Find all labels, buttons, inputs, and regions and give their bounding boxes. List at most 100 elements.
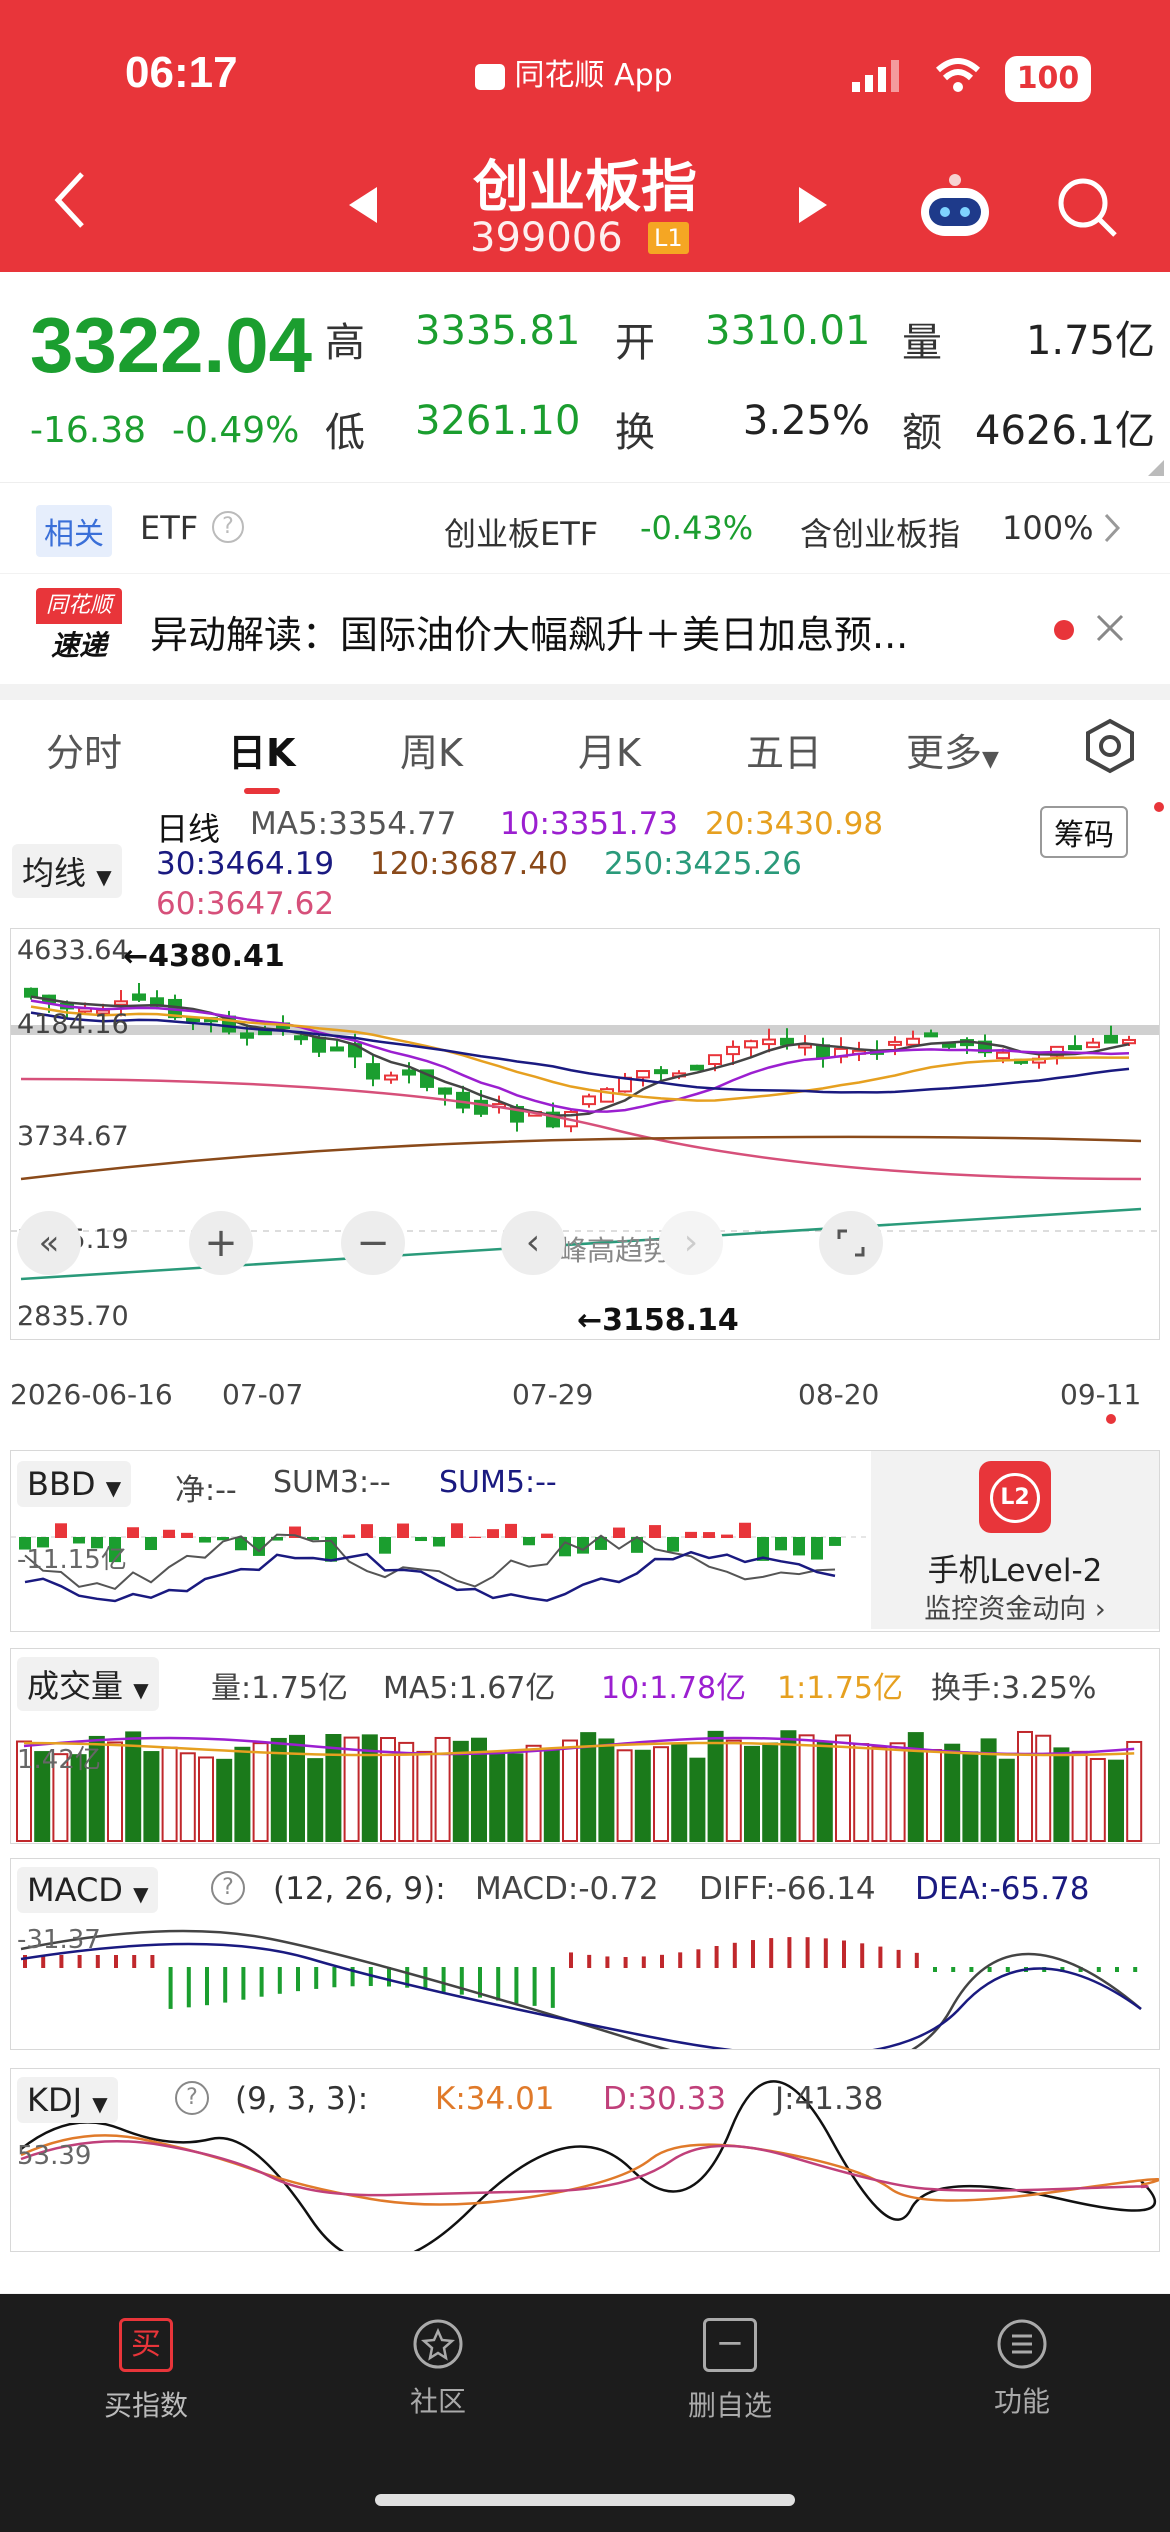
volume-panel[interactable]: 成交量 ▼ 量:1.75亿 MA5:1.67亿 10:1.78亿 1:1.75亿… (10, 1648, 1160, 1844)
next-index-icon[interactable] (795, 185, 831, 229)
kdj-panel[interactable]: KDJ ▼ ? (9, 3, 3): K:34.01 D:30.33 J:41.… (10, 2068, 1161, 2263)
macd-panel[interactable]: MACD ▼ ? (12, 26, 9): MACD:-0.72 DIFF:-6… (10, 1858, 1160, 2074)
level2-promo[interactable]: L2 手机Level-2 监控资金动向 › (871, 1451, 1159, 1629)
candle-body (24, 987, 38, 998)
news-banner[interactable]: 同花顺 速递 异动解读：国际油价大幅飙升＋美日加息预... (0, 574, 1170, 684)
bbd-bar (379, 1537, 391, 1554)
kdj-selector[interactable]: KDJ ▼ (17, 2077, 118, 2123)
step-left-icon[interactable]: ‹ (501, 1211, 565, 1275)
search-icon[interactable] (1055, 175, 1119, 243)
bbd-sum5-line (24, 1550, 836, 1603)
scroll-left-icon[interactable]: « (17, 1211, 81, 1275)
close-icon[interactable] (1094, 612, 1126, 648)
volume-bar (252, 1742, 269, 1842)
bbd-selector[interactable]: BBD ▼ (17, 1461, 132, 1507)
candle-body (366, 1063, 380, 1080)
help-icon[interactable]: ? (175, 2081, 209, 2115)
macd-dea: DEA:-65.78 (915, 1871, 1090, 1907)
macd-bar (1115, 1967, 1119, 1972)
volume-bar (198, 1756, 214, 1842)
level2-icon: L2 (979, 1461, 1051, 1533)
status-app-label: 同花顺 App (514, 58, 673, 93)
step-right-icon[interactable]: › (659, 1211, 723, 1275)
nav-functions[interactable]: 功能 (922, 2318, 1122, 2420)
zoom-out-icon[interactable]: − (341, 1211, 405, 1275)
prev-index-icon[interactable] (345, 185, 381, 229)
amount-label: 额 (902, 410, 942, 456)
candle-body (582, 1095, 596, 1106)
ma5-line (30, 995, 1130, 1117)
bbd-bar (199, 1537, 211, 1543)
volume-bar (343, 1736, 360, 1842)
robot-assistant-icon[interactable] (915, 170, 995, 244)
volume-bar (107, 1741, 123, 1842)
period-tabs: 分时 日K 周K 月K 五日 更多▼ (0, 700, 1170, 798)
bbd-bar (613, 1527, 625, 1538)
unread-dot (1054, 620, 1074, 640)
macd-bar (787, 1937, 792, 1968)
volume-bar (1071, 1750, 1088, 1842)
macd-bar (277, 1967, 282, 1994)
signal-icon (850, 58, 902, 98)
tab-five-day[interactable]: 五日 (746, 722, 822, 777)
community-star-icon (412, 2318, 464, 2370)
candle-body (654, 1069, 668, 1075)
volume-bar (1089, 1758, 1106, 1842)
last-price: 3322.04 (30, 301, 312, 389)
macd-bar (59, 1955, 64, 1968)
kline-panel[interactable]: 4633.64 4184.16 3734.67 3285.19 2835.70 … (10, 928, 1160, 1340)
macd-selector[interactable]: MACD ▼ (17, 1867, 159, 1913)
expand-corner-icon[interactable] (1148, 460, 1164, 476)
etf-row[interactable]: 相关 ETF ? 创业板ETF -0.43% 含创业板指 100% (0, 482, 1170, 573)
macd-bar (514, 1967, 519, 2004)
triangle-down-icon: ▼ (105, 1476, 122, 1500)
candle-body (132, 993, 146, 1001)
y-label-1: 4633.64 (17, 935, 129, 966)
nav-remove-watchlist[interactable]: − 删自选 (630, 2318, 830, 2424)
tab-monthly-k[interactable]: 月K (578, 722, 641, 777)
active-tab-indicator (244, 788, 280, 794)
chips-button[interactable]: 筹码 (1040, 806, 1128, 858)
volume-bar (707, 1730, 724, 1842)
bbd-bar (487, 1529, 499, 1538)
tab-more-label: 更多 (906, 731, 983, 775)
etf-holding-pct: 100% (1002, 509, 1094, 547)
volume-bar (835, 1734, 851, 1842)
volume-selector[interactable]: 成交量 ▼ (17, 1657, 159, 1711)
candle-body (438, 1087, 452, 1095)
status-time: 06:17 (125, 48, 238, 97)
back-icon[interactable] (50, 170, 90, 234)
bbd-panel[interactable]: BBD ▼ 净:-- SUM3:-- SUM5:-- -11.15亿 L2 手机… (10, 1450, 1160, 1632)
ma120-line (20, 1135, 1142, 1181)
help-icon[interactable]: ? (211, 1871, 245, 1905)
macd-bar (823, 1938, 828, 1968)
macd-bar (95, 1955, 100, 1968)
y-label-5: 2835.70 (17, 1301, 129, 1332)
zoom-in-icon[interactable]: + (189, 1211, 253, 1275)
level2-title: 手机Level-2 (927, 1553, 1103, 1589)
fullscreen-icon[interactable] (819, 1211, 883, 1275)
tab-weekly-k[interactable]: 周K (400, 722, 463, 777)
volume-bar (507, 1753, 524, 1842)
tab-daily-k[interactable]: 日K (228, 722, 295, 777)
chips-dot (1154, 802, 1164, 812)
date-1: 2026-06-16 (10, 1378, 173, 1411)
nav-buy-index[interactable]: 买 买指数 (46, 2318, 246, 2424)
help-icon[interactable]: ? (212, 511, 244, 543)
settings-hexagon-icon[interactable] (1082, 718, 1138, 778)
macd-bar (878, 1946, 883, 1968)
level2-icon-label: L2 (990, 1473, 1040, 1523)
macd-bar (132, 1955, 137, 1968)
tab-intraday[interactable]: 分时 (46, 722, 122, 777)
macd-bar (496, 1967, 501, 2001)
y-label-3: 3734.67 (17, 1121, 129, 1152)
nav-community-label: 社区 (409, 2385, 466, 2418)
macd-bar (459, 1967, 464, 1995)
ma-selector[interactable]: 均线 ▼ (12, 844, 122, 898)
macd-bar (751, 1940, 755, 1968)
tab-more[interactable]: 更多▼ (906, 722, 999, 777)
date-3: 07-29 (512, 1378, 594, 1411)
kdj-k: K:34.01 (435, 2081, 555, 2117)
nav-community[interactable]: 社区 (338, 2318, 538, 2420)
volume-bar (562, 1739, 578, 1842)
